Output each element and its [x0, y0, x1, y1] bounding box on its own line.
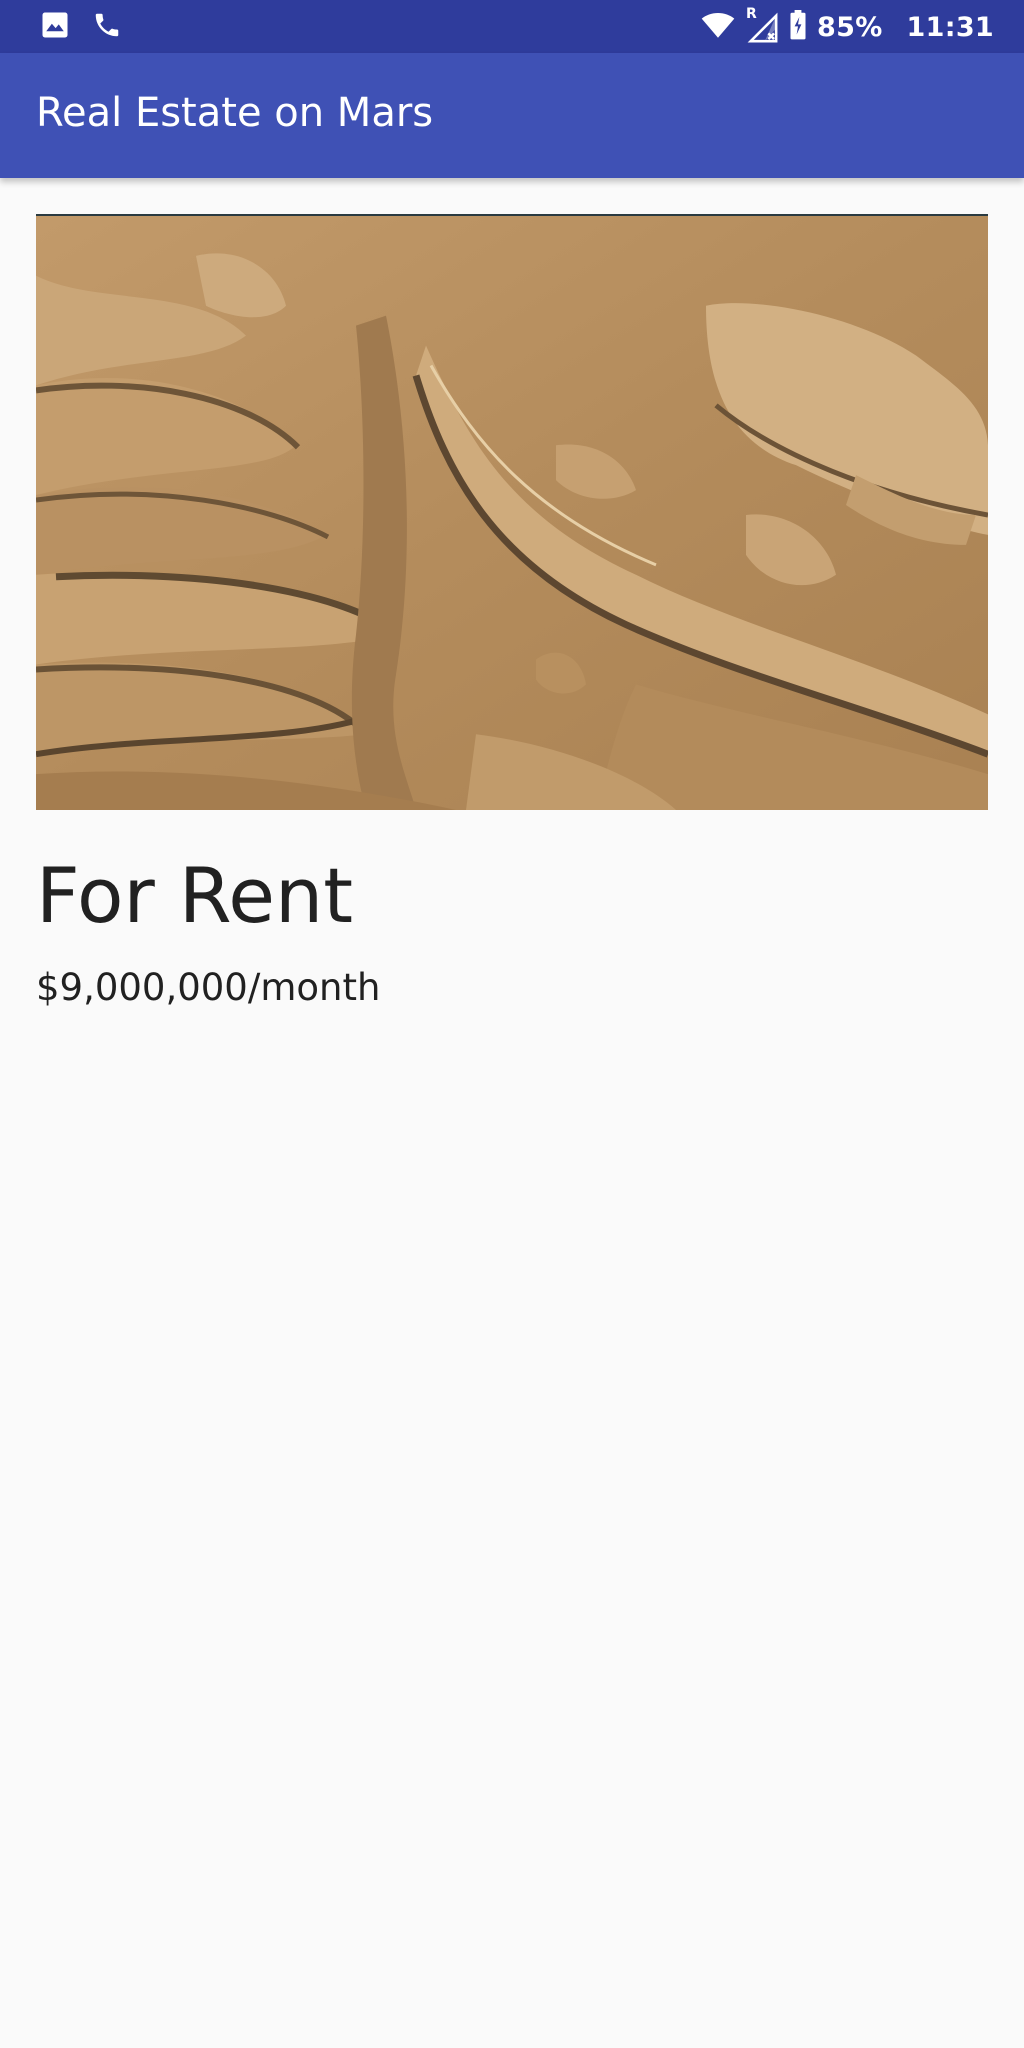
battery-percent: 85%: [817, 11, 883, 43]
wifi-icon: [701, 10, 735, 45]
clock: 11:31: [906, 11, 994, 43]
battery-charging-icon: [789, 9, 807, 45]
roaming-indicator-icon: R: [745, 6, 779, 44]
phone-icon: [92, 10, 122, 45]
app-title: Real Estate on Mars: [36, 90, 434, 136]
status-bar: R 85% 11:31: [0, 0, 1024, 53]
roaming-letter: R: [746, 6, 757, 22]
listing-content: For Rent $9,000,000/month: [36, 214, 988, 1009]
notification-icons: [40, 12, 122, 42]
listing-type: For Rent: [36, 851, 354, 940]
listing-price: $9,000,000/month: [36, 965, 381, 1009]
listing-photo: [36, 214, 988, 810]
system-icons: R 85% 11:31: [701, 6, 994, 46]
app-bar: Real Estate on Mars: [0, 53, 1024, 178]
image-icon: [40, 10, 70, 45]
